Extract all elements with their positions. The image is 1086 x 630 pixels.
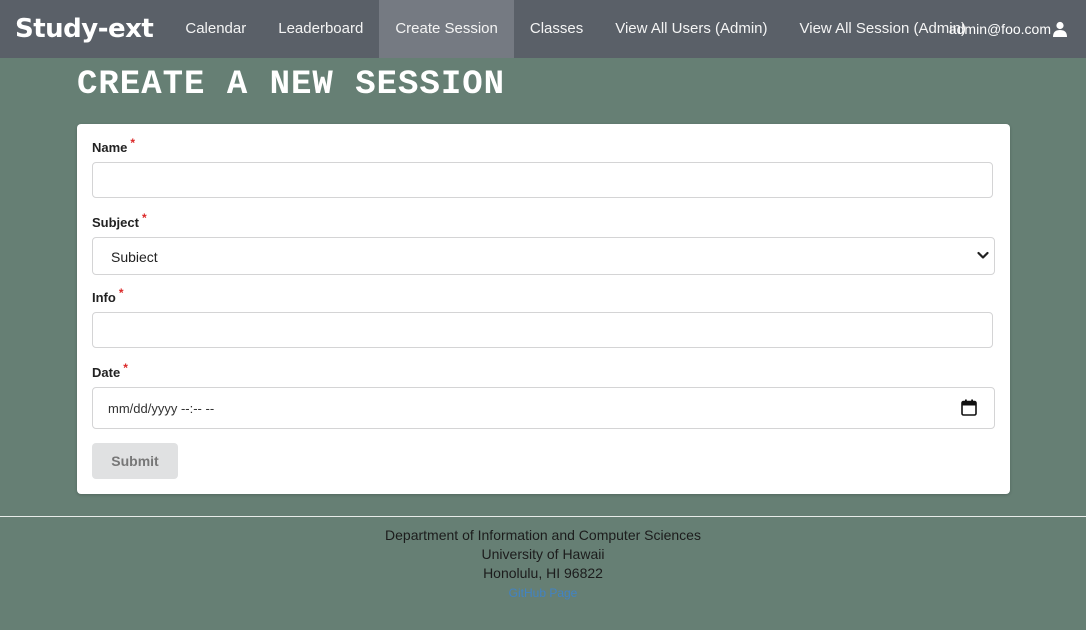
footer-address: Honolulu, HI 96822 [483,565,603,581]
date-value: mm/dd/yyyy --:-- -- [108,401,215,416]
required-marker: * [141,211,147,225]
footer: Department of Information and Computer S… [0,526,1086,603]
nav-leaderboard[interactable]: Leaderboard [262,0,379,58]
navbar: Study-ext Calendar Leaderboard Create Se… [0,0,1086,58]
user-email: admin@foo.com [948,21,1051,37]
nav-classes[interactable]: Classes [514,0,599,58]
date-label: Date [92,365,121,380]
user-icon [1053,21,1067,37]
required-marker: * [123,361,128,375]
subject-field-label: Subject * [92,211,147,230]
nav-view-all-users[interactable]: View All Users (Admin) [599,0,783,58]
subject-selected-value: Subiect [111,249,158,265]
github-link[interactable]: GitHub Page [509,584,578,603]
required-marker: * [130,136,136,150]
name-label: Name [92,140,128,155]
subject-select[interactable]: Subiect [92,237,995,275]
subject-label: Subject [92,215,139,230]
name-field-label: Name * [92,136,135,155]
page-title: CREATE A NEW SESSION [77,66,506,104]
chevron-down-icon [977,251,989,259]
date-input[interactable]: mm/dd/yyyy --:-- -- [92,387,995,429]
footer-divider [0,516,1086,517]
footer-department: Department of Information and Computer S… [385,527,701,543]
nav-calendar[interactable]: Calendar [169,0,262,58]
required-marker: * [118,286,124,300]
submit-button[interactable]: Submit [92,443,178,479]
user-menu[interactable]: admin@foo.com [949,0,1068,58]
nav-create-session[interactable]: Create Session [379,0,514,58]
calendar-icon[interactable] [961,399,977,416]
info-input[interactable] [92,312,993,348]
create-session-form: Name * Subject * Subiect Info * Date * mm/dd… [77,124,1010,494]
brand-logo[interactable]: Study-ext [15,14,154,44]
name-input[interactable] [92,162,993,198]
info-label: Info [92,290,116,305]
date-field-label: Date * [92,361,128,380]
footer-university: University of Hawaii [481,546,605,562]
info-field-label: Info * [92,286,124,305]
